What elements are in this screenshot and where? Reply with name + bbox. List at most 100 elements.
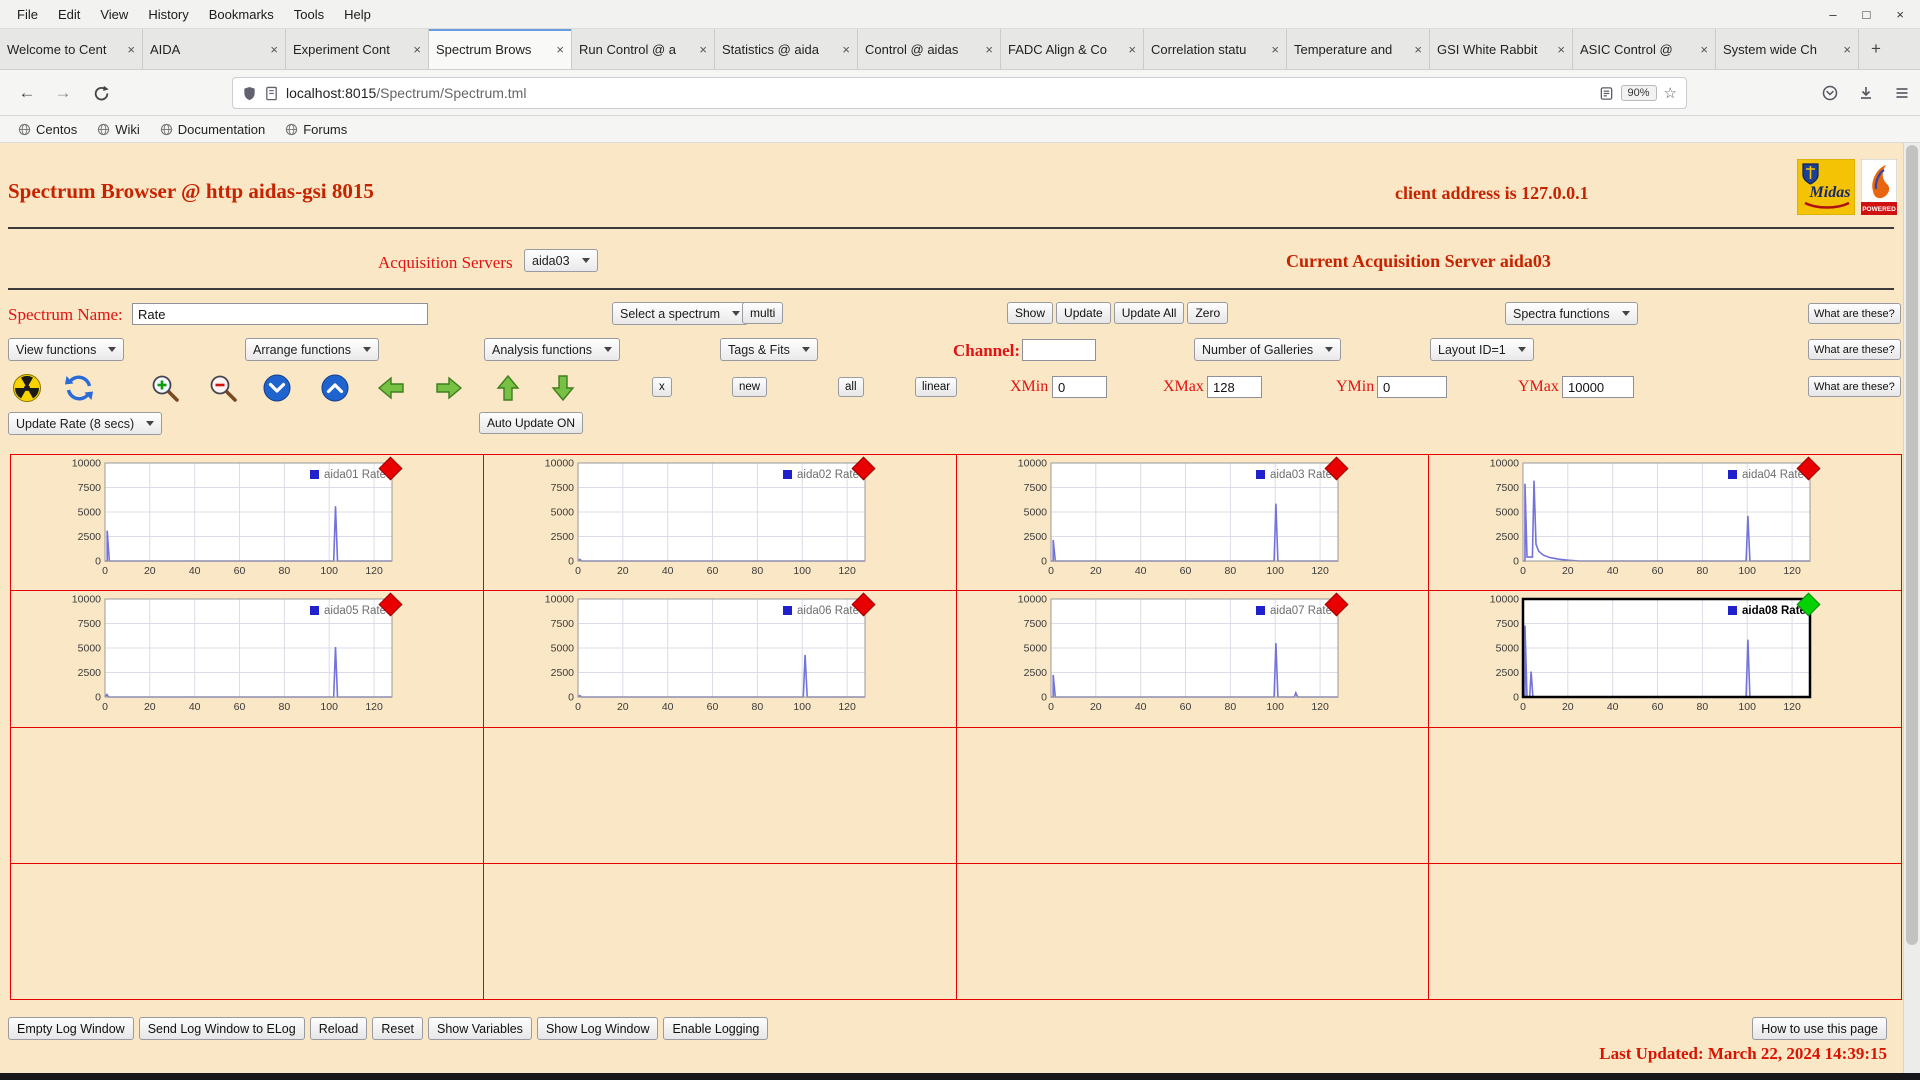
spectrum-chart[interactable]: 0 20 40 60 80 100 120 0 2500 5000 7500 10000 aida07 … [993,594,1393,725]
footer-button-enable-logging[interactable]: Enable Logging [663,1017,769,1040]
scrollbar[interactable] [1903,143,1920,1073]
bookmark-wiki[interactable]: Wiki [89,120,148,139]
footer-button-reset[interactable]: Reset [372,1017,423,1040]
tab-statistics-aida[interactable]: Statistics @ aida × [715,29,858,69]
tab-close-icon[interactable]: × [1700,42,1708,57]
tab-close-icon[interactable]: × [699,42,707,57]
select-spectrum-dropdown[interactable]: Select a spectrum [612,302,749,325]
menu-item-bookmarks[interactable]: Bookmarks [200,4,283,25]
linear-button[interactable]: linear [915,377,958,397]
tab-close-icon[interactable]: × [842,42,850,57]
arrow-down-icon[interactable] [548,373,578,403]
spectra-functions-dropdown[interactable]: Spectra functions [1505,302,1638,325]
chart-cell[interactable]: 0 20 40 60 80 100 120 0 2500 5000 7500 10000 aida07 … [956,591,1429,727]
acquisition-server-select[interactable]: aida03 [524,249,598,272]
back-button[interactable]: ← [12,78,42,108]
zero-button[interactable]: Zero [1187,302,1229,324]
chart-cell[interactable]: 0 20 40 60 80 100 120 0 2500 5000 7500 10000 aida02 … [483,455,956,591]
view-functions-dropdown[interactable]: View functions [8,338,125,361]
midas-logo[interactable]: Midas [1796,158,1856,220]
tab-fadc-align-co[interactable]: FADC Align & Co × [1001,29,1144,69]
tab-system-wide-ch[interactable]: System wide Ch × [1716,29,1859,69]
forward-button[interactable]: → [48,78,78,108]
download-icon[interactable] [1854,81,1878,105]
menu-item-view[interactable]: View [91,4,137,25]
shield-icon[interactable] [242,86,257,101]
tab-experiment-cont[interactable]: Experiment Cont × [286,29,429,69]
bookmark-centos[interactable]: Centos [10,120,85,139]
footer-button-empty-log-window[interactable]: Empty Log Window [8,1017,134,1040]
chart-cell[interactable]: 0 20 40 60 80 100 120 0 2500 5000 7500 10000 aida05 … [11,591,483,727]
xmin-input[interactable] [1052,376,1107,398]
tab-close-icon[interactable]: × [985,42,993,57]
refresh-icon[interactable] [64,373,94,403]
pocket-icon[interactable] [1818,81,1842,105]
chart-cell[interactable]: 0 20 40 60 80 100 120 0 2500 5000 7500 10000 aida03 … [956,455,1429,591]
arrange-functions-dropdown[interactable]: Arrange functions [245,338,379,361]
menu-item-help[interactable]: Help [335,4,380,25]
tab-control-aidas[interactable]: Control @ aidas × [858,29,1001,69]
how-to-use-button[interactable]: How to use this page [1752,1017,1887,1040]
footer-button-send-log-window-to-elog[interactable]: Send Log Window to ELog [138,1017,305,1040]
tab-aida[interactable]: AIDA × [143,29,286,69]
analysis-functions-dropdown[interactable]: Analysis functions [484,338,621,361]
tab-spectrum-brows[interactable]: Spectrum Brows × [429,29,572,69]
tab-welcome-to-cent[interactable]: Welcome to Cent × [0,29,143,69]
footer-button-show-log-window[interactable]: Show Log Window [536,1017,659,1040]
tab-close-icon[interactable]: × [127,42,135,57]
x-button[interactable]: x [652,377,672,397]
spectrum-name-input[interactable] [132,303,428,325]
new-button[interactable]: new [732,377,768,397]
update-button[interactable]: Update [1056,302,1111,324]
tab-close-icon[interactable]: × [1128,42,1136,57]
xmax-input[interactable] [1207,376,1262,398]
tab-close-icon[interactable]: × [1843,42,1851,57]
multi-button[interactable]: multi [742,302,784,324]
url-bar[interactable]: localhost:8015/Spectrum/Spectrum.tml 90%… [232,77,1687,109]
new-tab-button[interactable]: + [1859,29,1893,69]
chart-cell[interactable]: 0 20 40 60 80 100 120 0 2500 5000 7500 10000 aida06 … [483,591,956,727]
chart-cell[interactable]: 0 20 40 60 80 100 120 0 2500 5000 7500 10000 aida01 … [11,455,483,591]
tab-correlation-statu[interactable]: Correlation statu × [1144,29,1287,69]
bookmark-documentation[interactable]: Documentation [152,120,273,139]
footer-button-show-variables[interactable]: Show Variables [428,1017,532,1040]
menu-item-history[interactable]: History [139,4,197,25]
tab-close-icon[interactable]: × [556,42,564,57]
menu-item-tools[interactable]: Tools [285,4,333,25]
radiation-icon[interactable] [12,373,42,403]
bookmark-forums[interactable]: Forums [277,120,355,139]
tab-close-icon[interactable]: × [1414,42,1422,57]
spectrum-chart[interactable]: 0 20 40 60 80 100 120 0 2500 5000 7500 10000 aida03 … [993,458,1393,589]
tab-asic-control[interactable]: ASIC Control @ × [1573,29,1716,69]
footer-button-reload[interactable]: Reload [309,1017,368,1040]
what-are-these-button[interactable]: What are these? [1808,376,1901,397]
arrow-left-icon[interactable] [376,373,406,403]
menu-icon[interactable] [1890,81,1914,105]
tab-run-control-a[interactable]: Run Control @ a × [572,29,715,69]
update-rate-dropdown[interactable]: Update Rate (8 secs) [8,412,163,435]
update-all-button[interactable]: Update All [1113,302,1185,324]
tab-close-icon[interactable]: × [413,42,421,57]
channel-input[interactable] [1022,339,1096,361]
tab-close-icon[interactable]: × [270,42,278,57]
what-are-these-button[interactable]: What are these? [1808,339,1901,360]
maximize-button[interactable]: □ [1863,7,1871,22]
number-of-galleries-dropdown[interactable]: Number of Galleries [1194,338,1342,361]
spectrum-chart[interactable]: 0 20 40 60 80 100 120 0 2500 5000 7500 10000 aida06 … [520,594,920,725]
arrow-up-icon[interactable] [493,373,523,403]
url-text[interactable]: localhost:8015/Spectrum/Spectrum.tml [286,85,526,101]
compress-vertical-icon[interactable] [262,373,292,403]
menu-item-edit[interactable]: Edit [49,4,89,25]
bookmark-star-icon[interactable]: ☆ [1664,84,1677,102]
auto-update-button[interactable]: Auto Update ON [479,412,584,434]
zoom-in-icon[interactable] [150,373,180,403]
menu-item-file[interactable]: File [8,4,47,25]
zoom-indicator[interactable]: 90% [1620,85,1657,101]
tags-fits-dropdown[interactable]: Tags & Fits [720,338,818,361]
expand-vertical-icon[interactable] [320,373,350,403]
zoom-out-icon[interactable] [208,373,238,403]
minimize-button[interactable]: – [1829,7,1836,22]
layout-id-dropdown[interactable]: Layout ID=1 [1430,338,1534,361]
tab-close-icon[interactable]: × [1271,42,1279,57]
chart-cell[interactable]: 0 20 40 60 80 100 120 0 2500 5000 7500 10000 aida04 … [1429,455,1901,591]
